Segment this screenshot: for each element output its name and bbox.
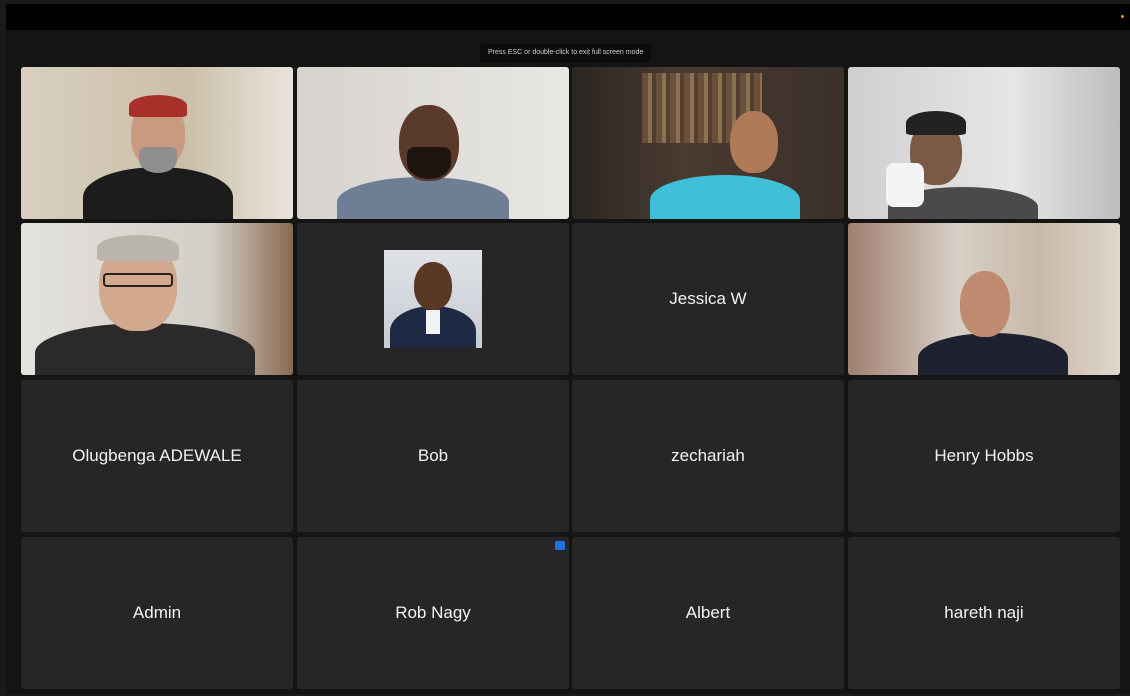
participant-name: Albert xyxy=(685,603,731,622)
participant-tile-henry[interactable]: Henry Hobbs xyxy=(848,380,1120,532)
participant-name: Admin xyxy=(132,603,182,622)
video-tile-5[interactable] xyxy=(21,223,293,375)
participant-name: hareth naji xyxy=(944,603,1024,622)
participant-tile-olugbenga[interactable]: Olugbenga ADEWALE xyxy=(21,380,293,532)
participant-name: Rob Nagy xyxy=(395,603,471,622)
participant-video xyxy=(572,67,844,219)
participant-tile-bob[interactable]: Bob xyxy=(297,380,569,532)
video-tile-3[interactable] xyxy=(572,67,844,219)
video-tile-4[interactable] xyxy=(848,67,1120,219)
participant-tile-admin[interactable]: Admin xyxy=(21,537,293,689)
participant-tile-hareth[interactable]: hareth naji xyxy=(848,537,1120,689)
profile-tile-6[interactable] xyxy=(297,223,569,375)
participant-name: Henry Hobbs xyxy=(934,446,1034,465)
participant-name: Bob xyxy=(417,446,449,465)
participant-video xyxy=(297,67,569,219)
gallery-grid: Jessica W Olugbenga ADEWALE Bob zecharia… xyxy=(0,0,1130,696)
video-tile-8[interactable] xyxy=(848,223,1120,375)
participant-video xyxy=(21,67,293,219)
participant-name: Olugbenga ADEWALE xyxy=(72,446,242,465)
participant-tile-albert[interactable]: Albert xyxy=(572,537,844,689)
participant-video xyxy=(848,223,1120,375)
participant-name: Jessica W xyxy=(669,289,747,308)
participant-video xyxy=(21,223,293,375)
participant-video xyxy=(848,67,1120,219)
video-tile-1[interactable] xyxy=(21,67,293,219)
video-tile-2[interactable] xyxy=(297,67,569,219)
participant-tile-jessica[interactable]: Jessica W xyxy=(572,223,844,375)
participant-tile-rob[interactable]: Rob Nagy xyxy=(297,537,569,689)
chat-badge-icon xyxy=(555,541,565,550)
participant-name: zechariah xyxy=(671,446,745,465)
participant-tile-zechariah[interactable]: zechariah xyxy=(572,380,844,532)
profile-picture xyxy=(384,250,482,348)
